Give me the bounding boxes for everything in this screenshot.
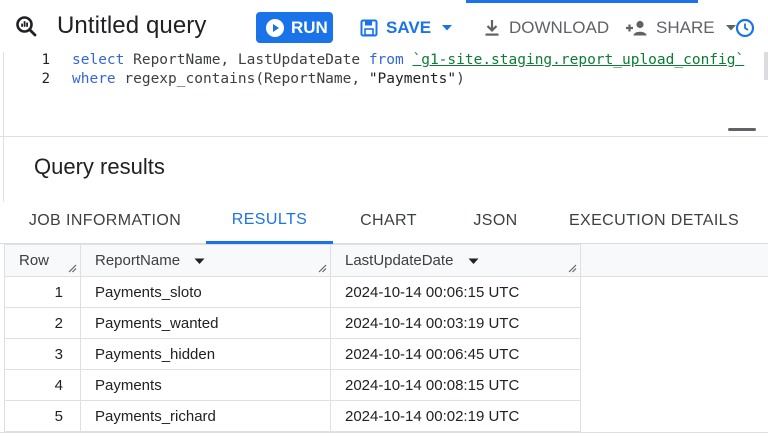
add-person-icon bbox=[626, 20, 647, 35]
play-icon bbox=[266, 18, 284, 37]
column-header-row[interactable]: Row bbox=[4, 244, 81, 277]
editor-resize-handle[interactable] bbox=[728, 128, 756, 131]
code-line-2[interactable]: where regexp_contains(ReportName, "Payme… bbox=[72, 71, 465, 87]
active-tab-indicator bbox=[466, 0, 698, 3]
cell-reportname[interactable]: Payments_richard bbox=[80, 400, 331, 432]
run-button[interactable]: RUN bbox=[256, 12, 333, 43]
panel-divider bbox=[3, 52, 4, 202]
close-paren: ) bbox=[456, 71, 465, 87]
column-header-label: Row bbox=[19, 252, 50, 269]
tab-results[interactable]: RESULTS bbox=[206, 198, 333, 244]
query-icon bbox=[16, 16, 37, 37]
results-title: Query results bbox=[34, 154, 165, 179]
select-columns: ReportName, LastUpdateDate bbox=[124, 52, 369, 68]
string-literal: "Payments" bbox=[368, 71, 457, 87]
download-icon bbox=[485, 19, 499, 36]
keyword-from: from bbox=[368, 52, 404, 68]
chevron-down-icon[interactable] bbox=[441, 24, 453, 32]
table-row[interactable]: 1 Payments_sloto 2024-10-14 00:06:15 UTC bbox=[4, 276, 581, 308]
share-label: SHARE bbox=[656, 17, 715, 37]
row-number: 3 bbox=[4, 338, 81, 370]
table-header-row: Row ReportName LastUpdateDate bbox=[4, 244, 581, 277]
table-header-filler bbox=[580, 244, 768, 277]
code-line-1[interactable]: select ReportName, LastUpdateDate from `… bbox=[72, 52, 744, 68]
cell-reportname[interactable]: Payments_hidden bbox=[80, 338, 331, 370]
cell-reportname[interactable]: Payments bbox=[80, 369, 331, 401]
resize-grip-icon[interactable] bbox=[567, 263, 577, 273]
line-number: 1 bbox=[41, 52, 50, 68]
save-button[interactable]: SAVE bbox=[360, 12, 461, 43]
resize-grip-icon[interactable] bbox=[317, 263, 327, 273]
table-row[interactable]: 3 Payments_hidden 2024-10-14 00:06:45 UT… bbox=[4, 338, 581, 370]
table-row[interactable]: 2 Payments_wanted 2024-10-14 00:03:19 UT… bbox=[4, 307, 581, 339]
query-toolbar: Untitled query RUN SAVE DOWNLOAD SHARE bbox=[0, 0, 768, 52]
cell-reportname[interactable]: Payments_wanted bbox=[80, 307, 331, 339]
line-number-gutter: 1 2 bbox=[0, 52, 64, 137]
cell-lastupdatedate[interactable]: 2024-10-14 00:02:19 UTC bbox=[330, 400, 581, 432]
table-row[interactable]: 5 Payments_richard 2024-10-14 00:02:19 U… bbox=[4, 400, 581, 432]
save-label: SAVE bbox=[386, 17, 432, 37]
clock-icon bbox=[735, 18, 755, 37]
tab-json[interactable]: JSON bbox=[444, 198, 547, 244]
row-number: 2 bbox=[4, 307, 81, 339]
line-number: 2 bbox=[41, 71, 50, 87]
editor-scrollbar[interactable] bbox=[764, 52, 768, 80]
tab-chart[interactable]: CHART bbox=[333, 198, 444, 244]
download-button[interactable]: DOWNLOAD bbox=[483, 12, 609, 43]
share-button[interactable]: SHARE bbox=[626, 12, 745, 43]
cell-reportname[interactable]: Payments_sloto bbox=[80, 276, 331, 308]
download-label: DOWNLOAD bbox=[509, 17, 610, 37]
schedule-button[interactable] bbox=[735, 12, 763, 43]
column-header-label: ReportName bbox=[95, 252, 181, 269]
sql-editor[interactable]: 1 2 select ReportName, LastUpdateDate fr… bbox=[0, 52, 768, 137]
row-number: 4 bbox=[4, 369, 81, 401]
save-icon bbox=[360, 19, 378, 36]
column-header-lastupdatedate[interactable]: LastUpdateDate bbox=[330, 244, 581, 277]
cell-lastupdatedate[interactable]: 2024-10-14 00:08:15 UTC bbox=[330, 369, 581, 401]
cell-lastupdatedate[interactable]: 2024-10-14 00:03:19 UTC bbox=[330, 307, 581, 339]
resize-grip-icon[interactable] bbox=[67, 263, 77, 273]
keyword-select: select bbox=[72, 52, 125, 68]
cell-lastupdatedate[interactable]: 2024-10-14 00:06:45 UTC bbox=[330, 338, 581, 370]
row-number: 5 bbox=[4, 400, 81, 432]
table-reference[interactable]: `g1-site.staging.report_upload_config` bbox=[412, 52, 744, 68]
tab-job-information[interactable]: JOB INFORMATION bbox=[4, 198, 206, 244]
panel-bottom-border bbox=[0, 432, 768, 433]
row-number: 1 bbox=[4, 276, 81, 308]
keyword-where: where bbox=[72, 71, 116, 87]
table-row[interactable]: 4 Payments 2024-10-14 00:08:15 UTC bbox=[4, 369, 581, 401]
tab-execution-details[interactable]: EXECUTION DETAILS bbox=[547, 198, 761, 244]
cell-lastupdatedate[interactable]: 2024-10-14 00:06:15 UTC bbox=[330, 276, 581, 308]
run-label: RUN bbox=[291, 17, 328, 37]
column-header-reportname[interactable]: ReportName bbox=[80, 244, 331, 277]
query-title[interactable]: Untitled query bbox=[57, 12, 206, 40]
sort-caret-icon[interactable] bbox=[194, 258, 205, 265]
results-tabs: JOB INFORMATION RESULTS CHART JSON EXECU… bbox=[0, 198, 768, 244]
function-call: regexp_contains(ReportName, bbox=[115, 71, 369, 87]
column-header-label: LastUpdateDate bbox=[345, 252, 454, 269]
sort-caret-icon[interactable] bbox=[468, 258, 479, 265]
results-table: Row ReportName LastUpdateDate 1 Payments… bbox=[4, 244, 581, 432]
